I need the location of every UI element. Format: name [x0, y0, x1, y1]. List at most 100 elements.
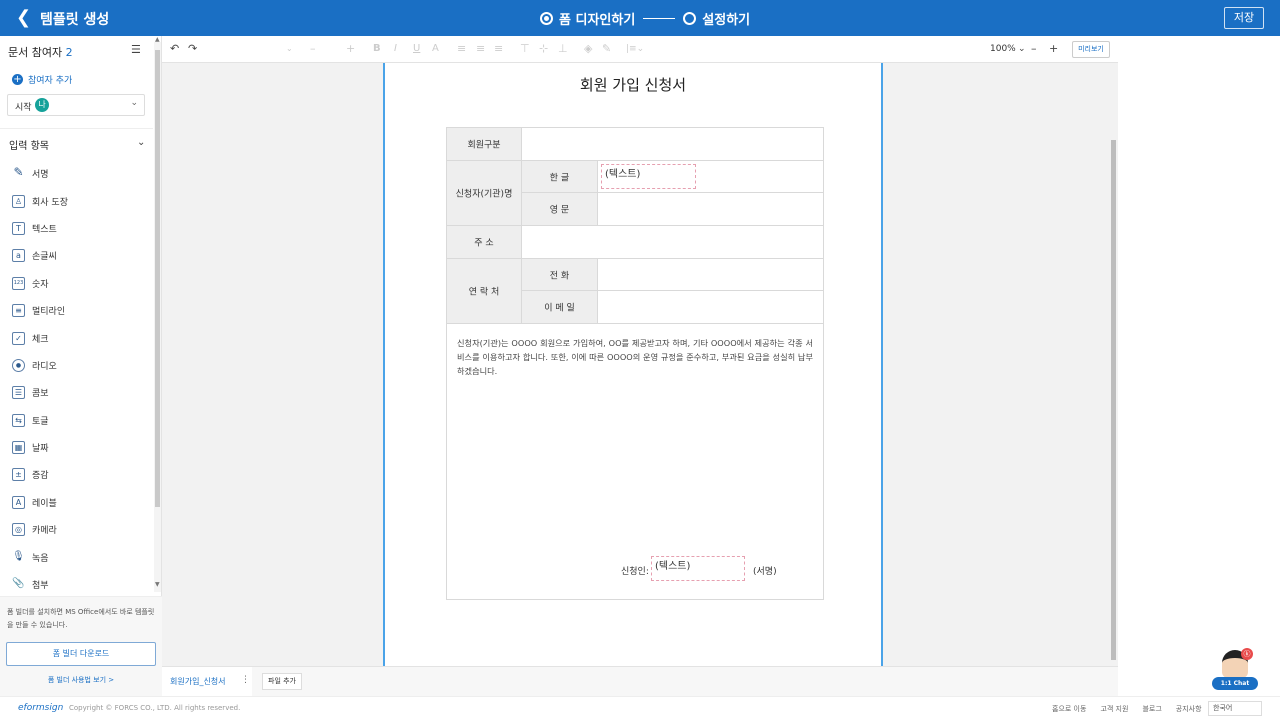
label-address[interactable]: 주 소 — [447, 226, 522, 259]
step-settings[interactable]: 설정하기 — [702, 9, 750, 28]
border-style-icon[interactable]: |≡⌄ — [626, 42, 644, 56]
italic-icon[interactable]: I — [394, 42, 397, 56]
member-type-cell[interactable] — [522, 128, 824, 161]
chat-widget[interactable]: ⓚ 1:1 Chat — [1210, 648, 1266, 692]
form-table[interactable]: 회원구분 신청자(기관)명 한 글 (텍스트) 영 문 주 소 연 락 처 전 … — [446, 127, 824, 600]
document-page[interactable]: 회원 가입 신청서 회원구분 신청자(기관)명 한 글 (텍스트) 영 문 주 … — [383, 63, 883, 666]
checkbox-icon: ✓ — [12, 331, 25, 345]
align-left-icon[interactable]: ≡ — [457, 42, 466, 56]
field-item-record[interactable]: 🎙 녹음 — [0, 543, 153, 570]
field-item-toggle[interactable]: ⇆ 토글 — [0, 407, 153, 434]
field-item-date[interactable]: ▦ 날짜 — [0, 434, 153, 461]
footer-link-home[interactable]: 홈으로 이동 — [1052, 704, 1086, 714]
align-center-icon[interactable]: ≡ — [476, 42, 485, 56]
align-bottom-icon[interactable]: ⊥ — [558, 42, 568, 56]
field-item-stepper[interactable]: ± 증감 — [0, 461, 153, 488]
label-applicant-name[interactable]: 신청자(기관)명 — [447, 161, 522, 226]
combo-icon: ☰ — [12, 386, 25, 400]
chat-button[interactable]: 1:1 Chat — [1212, 677, 1258, 690]
label-english[interactable]: 영 문 — [522, 193, 598, 226]
participant-select[interactable]: 시작 나 ⌄ — [7, 94, 145, 116]
save-button[interactable]: 저장 — [1224, 7, 1264, 29]
applicant-text-field[interactable]: (텍스트) — [651, 556, 745, 581]
email-cell[interactable] — [598, 291, 824, 324]
scroll-down-arrow-icon[interactable]: ▼ — [155, 581, 160, 588]
signature-label: (서명) — [753, 567, 777, 577]
canvas-scrollbar[interactable] — [1109, 63, 1118, 666]
list-icon[interactable]: ☰ — [131, 44, 143, 56]
step-form-design[interactable]: 폼 디자인하기 — [559, 9, 635, 28]
phone-cell[interactable] — [598, 259, 824, 291]
tab-document[interactable]: 회원가입_신청서 — [162, 667, 252, 696]
field-item-label[interactable]: A 레이블 — [0, 489, 153, 516]
address-cell[interactable] — [522, 226, 824, 259]
font-size-decrease-icon[interactable]: – — [310, 42, 316, 56]
preview-button[interactable]: 미리보기 — [1072, 41, 1110, 58]
field-item-multiline[interactable]: ≡ 멀티라인 — [0, 297, 153, 324]
download-form-builder-button[interactable]: 폼 빌더 다운로드 — [6, 642, 156, 666]
editor-canvas: 회원 가입 신청서 회원구분 신청자(기관)명 한 글 (텍스트) 영 문 주 … — [162, 63, 1118, 666]
label-member-type[interactable]: 회원구분 — [447, 128, 522, 161]
add-file-button[interactable]: 파일 추가 — [262, 673, 302, 690]
sidebar: 문서 참여자 2 ☰ + 참여자 추가 시작 나 ⌄ 입력 항목 ⌄ ✎ 서명 ♙… — [0, 36, 162, 696]
border-color-icon[interactable]: ✎ — [602, 42, 611, 56]
field-item-handwriting[interactable]: a 손글씨 — [0, 242, 153, 269]
agreement-cell[interactable]: 신청자(기관)는 OOOO 회원으로 가입하여, OO를 제공받고자 하며, 기… — [447, 324, 824, 599]
zoom-out-icon[interactable]: – — [1031, 42, 1037, 56]
sidebar-scrollbar[interactable] — [154, 42, 161, 592]
field-item-label: 증감 — [32, 471, 49, 482]
scrollbar-thumb[interactable] — [1111, 140, 1116, 660]
field-item-text[interactable]: T 텍스트 — [0, 215, 153, 242]
toggle-icon: ⇆ — [12, 413, 25, 427]
english-name-cell[interactable] — [598, 193, 824, 226]
field-item-signature[interactable]: ✎ 서명 — [0, 160, 153, 187]
fill-color-icon[interactable]: ◈ — [584, 42, 592, 56]
underline-icon[interactable]: U — [413, 42, 420, 56]
bold-icon[interactable]: B — [373, 42, 381, 56]
field-item-label: 녹음 — [32, 553, 49, 564]
field-item-check[interactable]: ✓ 체크 — [0, 324, 153, 351]
stepper-icon: ± — [12, 468, 25, 482]
korean-name-cell[interactable]: (텍스트) — [598, 161, 824, 193]
editor-toolbar: ↶ ↷ ⌄ – + B I U A ≡ ≡ ≡ ⊤ ⊹ ⊥ ◈ ✎ |≡⌄ 10… — [162, 36, 1118, 63]
add-participant-button[interactable]: + 참여자 추가 — [12, 73, 72, 86]
field-item-camera[interactable]: ◎ 카메라 — [0, 516, 153, 543]
redo-icon[interactable]: ↷ — [188, 42, 197, 56]
zoom-dropdown-chevron-icon[interactable]: ⌄ — [1018, 42, 1026, 56]
font-color-icon[interactable]: A — [432, 42, 439, 56]
label-phone[interactable]: 전 화 — [522, 259, 598, 291]
step-radio-icon — [683, 12, 697, 25]
field-item-label: 회사 도장 — [32, 197, 68, 208]
scroll-up-arrow-icon[interactable]: ▲ — [155, 36, 160, 43]
label-contact[interactable]: 연 락 처 — [447, 259, 522, 324]
zoom-level[interactable]: 100% — [990, 44, 1016, 54]
align-right-icon[interactable]: ≡ — [494, 42, 503, 56]
field-item-number[interactable]: 123 숫자 — [0, 270, 153, 297]
field-item-label: 텍스트 — [32, 224, 57, 235]
align-top-icon[interactable]: ⊤ — [520, 42, 530, 56]
footer-link-support[interactable]: 고객 지원 — [1100, 704, 1128, 714]
field-item-radio[interactable]: ● 라디오 — [0, 352, 153, 379]
scrollbar-thumb[interactable] — [155, 50, 160, 507]
back-arrow-icon[interactable]: ❮ — [16, 8, 34, 28]
more-vertical-icon[interactable]: ⋮ — [241, 675, 250, 685]
footer-link-notice[interactable]: 공지사항 — [1176, 704, 1202, 714]
language-select[interactable]: 한국어 — [1208, 701, 1262, 716]
zoom-in-icon[interactable]: + — [1049, 42, 1058, 56]
font-size-increase-icon[interactable]: + — [346, 42, 355, 56]
undo-icon[interactable]: ↶ — [170, 42, 179, 56]
text-field[interactable]: (텍스트) — [601, 164, 696, 189]
form-builder-guide-link[interactable]: 폼 빌더 사용법 보기 > — [0, 675, 162, 685]
chevron-down-icon[interactable]: ⌄ — [137, 137, 145, 148]
text-icon: T — [12, 221, 25, 235]
label-korean[interactable]: 한 글 — [522, 161, 598, 193]
font-dropdown-chevron-icon[interactable]: ⌄ — [286, 42, 293, 56]
field-item-combo[interactable]: ☰ 콤보 — [0, 379, 153, 406]
field-item-stamp[interactable]: ♙ 회사 도장 — [0, 187, 153, 214]
field-item-attachment[interactable]: 📎 첨부 — [0, 571, 153, 598]
label-email[interactable]: 이 메 일 — [522, 291, 598, 324]
divider — [0, 128, 153, 129]
document-title[interactable]: 회원 가입 신청서 — [385, 74, 881, 95]
footer-link-blog[interactable]: 블로그 — [1142, 704, 1161, 714]
align-middle-icon[interactable]: ⊹ — [539, 42, 548, 56]
